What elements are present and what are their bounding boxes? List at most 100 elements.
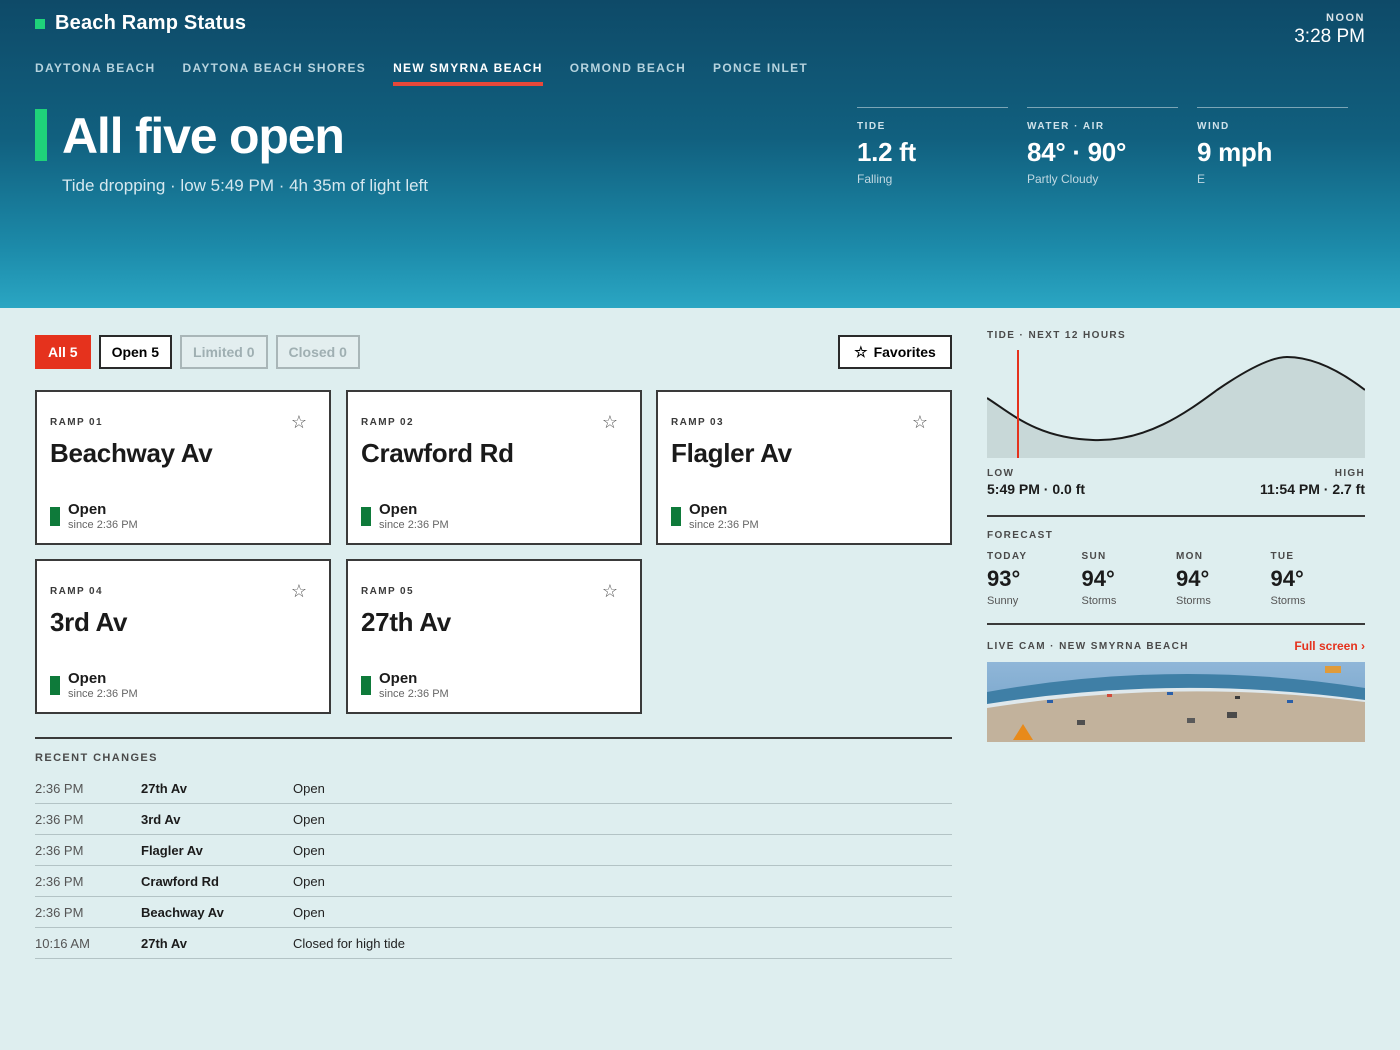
table-row: 2:36 PM Crawford Rd Open [35, 866, 952, 897]
favorite-star-icon[interactable]: ☆ [291, 412, 307, 433]
change-time: 2:36 PM [35, 873, 84, 889]
cam-umbrella [1107, 694, 1112, 697]
tide-extremes: LOW 5:49 PM · 0.0 ft HIGH 11:54 PM · 2.7… [987, 468, 1365, 517]
ramp-card[interactable]: RAMP 01 ☆ Beachway Av Open since 2:36 PM [35, 390, 331, 545]
change-status: Closed for high tide [293, 935, 406, 951]
ramp-name: Flagler Av [671, 438, 792, 468]
tide-low-label: LOW [987, 468, 1015, 479]
favorite-star-icon[interactable]: ☆ [602, 412, 618, 433]
favorite-star-icon[interactable]: ☆ [291, 581, 307, 602]
stat-value: 84° · 90° [1027, 137, 1127, 167]
forecast: FORECAST TODAY 93° Sunny SUN 94° Storms … [987, 530, 1365, 625]
full-screen-link[interactable]: Full screen › [1294, 639, 1365, 653]
beach-tabs: DAYTONA BEACH DAYTONA BEACH SHORES NEW S… [35, 61, 808, 86]
tide-curve-fill [987, 357, 1365, 458]
filter-all[interactable]: All 5 [35, 335, 91, 369]
cam-car [1227, 712, 1237, 718]
favorite-star-icon[interactable]: ☆ [602, 581, 618, 602]
headline: All five open [35, 108, 345, 164]
forecast-temp: 94° [1270, 566, 1304, 591]
status-label: Open [379, 501, 418, 518]
tide-curve-chart [987, 350, 1365, 458]
status-since: since 2:36 PM [68, 519, 138, 531]
change-time: 2:36 PM [35, 904, 84, 920]
ramp-name: Crawford Rd [361, 438, 514, 468]
stat-tide: TIDE 1.2 ft Falling [857, 107, 1008, 186]
change-ramp: Beachway Av [141, 904, 224, 920]
table-row: 2:36 PM 27th Av Open [35, 773, 952, 804]
forecast-day-name: TUE [1270, 551, 1295, 562]
recent-changes-title: RECENT CHANGES [35, 752, 158, 764]
change-status: Open [293, 842, 325, 858]
forecast-condition: Storms [1081, 595, 1117, 607]
clock-label: NOON [1326, 12, 1365, 24]
stat-sub: E [1197, 172, 1206, 186]
favorites-button[interactable]: ☆ Favorites [838, 335, 952, 369]
status-filters: All 5 Open 5 Limited 0 Closed 0 [35, 335, 360, 369]
ramp-card[interactable]: RAMP 03 ☆ Flagler Av Open since 2:36 PM [656, 390, 952, 545]
cam-umbrella [1287, 700, 1293, 703]
ramp-number: RAMP 03 [671, 417, 724, 428]
ramp-number: RAMP 04 [50, 586, 103, 597]
forecast-temp: 94° [1176, 566, 1210, 591]
status-open-indicator [671, 507, 681, 526]
change-time: 2:36 PM [35, 842, 84, 858]
tab-new-smyrna-beach[interactable]: NEW SMYRNA BEACH [393, 61, 543, 86]
stat-sub: Falling [857, 172, 893, 186]
ramp-name: 3rd Av [50, 607, 128, 637]
filter-closed[interactable]: Closed 0 [275, 335, 360, 369]
tab-ormond-beach[interactable]: ORMOND BEACH [570, 61, 686, 86]
status-since: since 2:36 PM [689, 519, 759, 531]
forecast-condition: Storms [1270, 595, 1306, 607]
change-ramp: Crawford Rd [141, 873, 219, 889]
forecast-day-name: TODAY [987, 551, 1028, 562]
ramp-card[interactable]: RAMP 04 ☆ 3rd Av Open since 2:36 PM [35, 559, 331, 714]
change-ramp: Flagler Av [141, 842, 203, 858]
table-row: 2:36 PM Flagler Av Open [35, 835, 952, 866]
hero-header: Beach Ramp Status NOON 3:28 PM DAYTONA B… [0, 0, 1400, 308]
status-since: since 2:36 PM [379, 519, 449, 531]
clock-time: 3:28 PM [1294, 26, 1365, 47]
ramp-number: RAMP 01 [50, 417, 103, 428]
ramp-number: RAMP 05 [361, 586, 414, 597]
clock: NOON 3:28 PM [1294, 12, 1365, 48]
forecast-day-name: MON [1176, 551, 1204, 562]
ramp-status: Open since 2:36 PM [361, 501, 449, 531]
ramp-status: Open since 2:36 PM [671, 501, 759, 531]
headline-subline: Tide dropping · low 5:49 PM · 4h 35m of … [62, 176, 428, 195]
forecast-condition: Storms [1176, 595, 1211, 607]
status-label: Open [379, 670, 418, 687]
filter-limited[interactable]: Limited 0 [180, 335, 268, 369]
tide-section-title: TIDE · NEXT 12 HOURS [987, 330, 1127, 341]
ramp-name: Beachway Av [50, 438, 213, 468]
right-panel: TIDE · NEXT 12 HOURS LOW 5:49 PM · 0.0 f… [987, 330, 1365, 742]
ramp-card[interactable]: RAMP 05 ☆ 27th Av Open since 2:36 PM [346, 559, 642, 714]
tab-daytona-beach[interactable]: DAYTONA BEACH [35, 61, 155, 86]
table-row: 2:36 PM 3rd Av Open [35, 804, 952, 835]
live-cam-image[interactable] [987, 662, 1365, 742]
stat-label: TIDE [857, 121, 886, 132]
forecast-temp: 93° [987, 566, 1021, 591]
filter-open[interactable]: Open 5 [98, 335, 173, 369]
stat-label: WATER · AIR [1027, 121, 1105, 132]
table-row: 2:36 PM Beachway Av Open [35, 897, 952, 928]
ramp-card[interactable]: RAMP 02 ☆ Crawford Rd Open since 2:36 PM [346, 390, 642, 545]
star-outline-icon: ☆ [854, 344, 868, 361]
change-ramp: 3rd Av [141, 811, 181, 827]
tab-daytona-beach-shores[interactable]: DAYTONA BEACH SHORES [182, 61, 366, 86]
forecast-day: MON 94° Storms [1176, 551, 1271, 607]
forecast-day-name: SUN [1081, 551, 1107, 562]
favorite-star-icon[interactable]: ☆ [912, 412, 928, 433]
stat-value: 9 mph [1197, 137, 1273, 167]
ramp-status: Open since 2:36 PM [50, 501, 138, 531]
tab-ponce-inlet[interactable]: PONCE INLET [713, 61, 808, 86]
cam-car [1077, 720, 1085, 725]
forecast-day: TUE 94° Storms [1271, 551, 1366, 607]
cam-car [1187, 718, 1195, 723]
tide-low: LOW 5:49 PM · 0.0 ft [987, 468, 1085, 497]
change-ramp: 27th Av [141, 935, 187, 951]
forecast-day: TODAY 93° Sunny [987, 551, 1082, 607]
cam-umbrella [1167, 692, 1173, 695]
status-open-indicator [361, 676, 371, 695]
cam-umbrella [1047, 700, 1053, 703]
